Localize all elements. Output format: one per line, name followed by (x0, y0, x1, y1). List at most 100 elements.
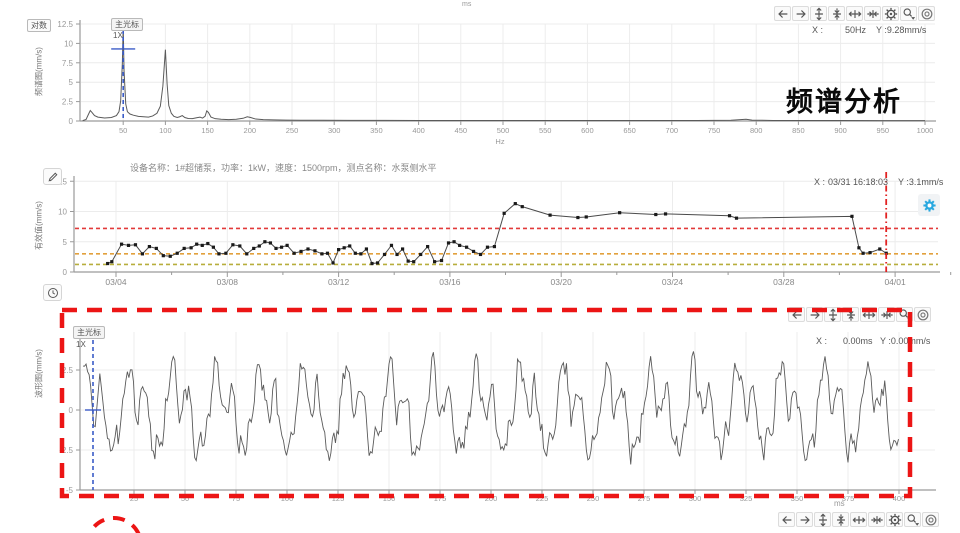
trend-point[interactable] (141, 252, 144, 255)
edit-pencil-button[interactable] (43, 168, 62, 185)
gear-button[interactable] (882, 6, 899, 21)
zoom-x-in-button[interactable] (864, 6, 881, 21)
gear-button[interactable] (886, 512, 903, 527)
spectrum-main-cursor-handle[interactable]: 主光标 (111, 18, 143, 31)
trend-point[interactable] (503, 212, 506, 215)
trend-point[interactable] (106, 262, 109, 265)
arrow-left-button[interactable] (778, 512, 795, 527)
trend-point[interactable] (183, 247, 186, 250)
spectrum-chart[interactable]: 02.557.51012.550100150200250300350400450… (0, 0, 960, 152)
arrow-left-button[interactable] (774, 6, 791, 21)
trend-point[interactable] (440, 259, 443, 262)
trend-point[interactable] (120, 243, 123, 246)
trend-point[interactable] (195, 243, 198, 246)
trend-point[interactable] (190, 246, 193, 249)
trend-point[interactable] (548, 214, 551, 217)
trend-point[interactable] (479, 253, 482, 256)
trend-point[interactable] (857, 246, 860, 249)
trend-point[interactable] (433, 260, 436, 263)
trend-point[interactable] (176, 252, 179, 255)
trend-point[interactable] (401, 247, 404, 250)
trend-point[interactable] (465, 246, 468, 249)
trend-point[interactable] (280, 246, 283, 249)
zoom-y-in-button[interactable] (828, 6, 845, 21)
trend-point[interactable] (426, 245, 429, 248)
trend-point[interactable] (155, 247, 158, 250)
zoom-y-out-button[interactable] (810, 6, 827, 21)
zoom-x-out-button[interactable] (850, 512, 867, 527)
trend-point[interactable] (217, 252, 220, 255)
trend-point[interactable] (252, 247, 255, 250)
trend-point[interactable] (201, 244, 204, 247)
trend-point[interactable] (320, 252, 323, 255)
zoom-x-in-button[interactable] (878, 307, 895, 322)
trend-point[interactable] (390, 244, 393, 247)
trend-point[interactable] (576, 216, 579, 219)
waveform-chart[interactable]: 2.50-2.5-5255075100125150175200225250275… (0, 300, 960, 512)
trend-point[interactable] (412, 260, 415, 263)
trend-point[interactable] (585, 215, 588, 218)
waveform-main-cursor-handle[interactable]: 主光标 (73, 326, 105, 339)
trend-point[interactable] (383, 253, 386, 256)
trend-point[interactable] (326, 252, 329, 255)
trend-settings-button[interactable] (918, 194, 940, 216)
trend-point[interactable] (299, 250, 302, 253)
arrow-right-button[interactable] (796, 512, 813, 527)
zoom-select-button[interactable] (896, 307, 913, 322)
trend-point[interactable] (878, 247, 881, 250)
trend-point[interactable] (365, 247, 368, 250)
trend-point[interactable] (862, 252, 865, 255)
trend-point[interactable] (231, 243, 234, 246)
trend-point[interactable] (419, 253, 422, 256)
trend-point[interactable] (458, 244, 461, 247)
zoom-y-in-button[interactable] (832, 512, 849, 527)
trend-point[interactable] (110, 260, 113, 263)
trend-point[interactable] (206, 242, 209, 245)
trend-point[interactable] (472, 250, 475, 253)
trend-point[interactable] (269, 241, 272, 244)
trend-point[interactable] (395, 253, 398, 256)
reset-button[interactable] (914, 307, 931, 322)
reset-button[interactable] (922, 512, 939, 527)
trend-point[interactable] (245, 252, 248, 255)
trend-point[interactable] (313, 249, 316, 252)
trend-point[interactable] (331, 261, 334, 264)
trend-point[interactable] (407, 260, 410, 263)
trend-point[interactable] (735, 217, 738, 220)
trend-point[interactable] (212, 246, 215, 249)
trend-point[interactable] (370, 262, 373, 265)
arrow-right-button[interactable] (792, 6, 809, 21)
trend-point[interactable] (263, 240, 266, 243)
trend-point[interactable] (376, 261, 379, 264)
arrow-right-button[interactable] (806, 307, 823, 322)
zoom-y-out-button[interactable] (824, 307, 841, 322)
trend-point[interactable] (486, 246, 489, 249)
zoom-y-in-button[interactable] (842, 307, 859, 322)
trend-point[interactable] (728, 214, 731, 217)
trend-point[interactable] (274, 247, 277, 250)
trend-point[interactable] (224, 252, 227, 255)
trend-point[interactable] (169, 255, 172, 258)
zoom-x-out-button[interactable] (846, 6, 863, 21)
trend-point[interactable] (664, 212, 667, 215)
trend-point[interactable] (493, 245, 496, 248)
zoom-y-out-button[interactable] (814, 512, 831, 527)
trend-point[interactable] (359, 252, 362, 255)
trend-point[interactable] (258, 244, 261, 247)
trend-point[interactable] (868, 251, 871, 254)
trend-point[interactable] (348, 244, 351, 247)
trend-point[interactable] (354, 252, 357, 255)
trend-point[interactable] (447, 241, 450, 244)
trend-point[interactable] (134, 243, 137, 246)
trend-point[interactable] (618, 211, 621, 214)
trend-point[interactable] (850, 215, 853, 218)
trend-point[interactable] (162, 254, 165, 257)
trend-point[interactable] (521, 205, 524, 208)
trend-point[interactable] (452, 240, 455, 243)
arrow-left-button[interactable] (788, 307, 805, 322)
trend-point[interactable] (343, 246, 346, 249)
zoom-x-in-button[interactable] (868, 512, 885, 527)
reset-button[interactable] (918, 6, 935, 21)
time-range-button[interactable] (43, 284, 62, 301)
trend-point[interactable] (127, 244, 130, 247)
